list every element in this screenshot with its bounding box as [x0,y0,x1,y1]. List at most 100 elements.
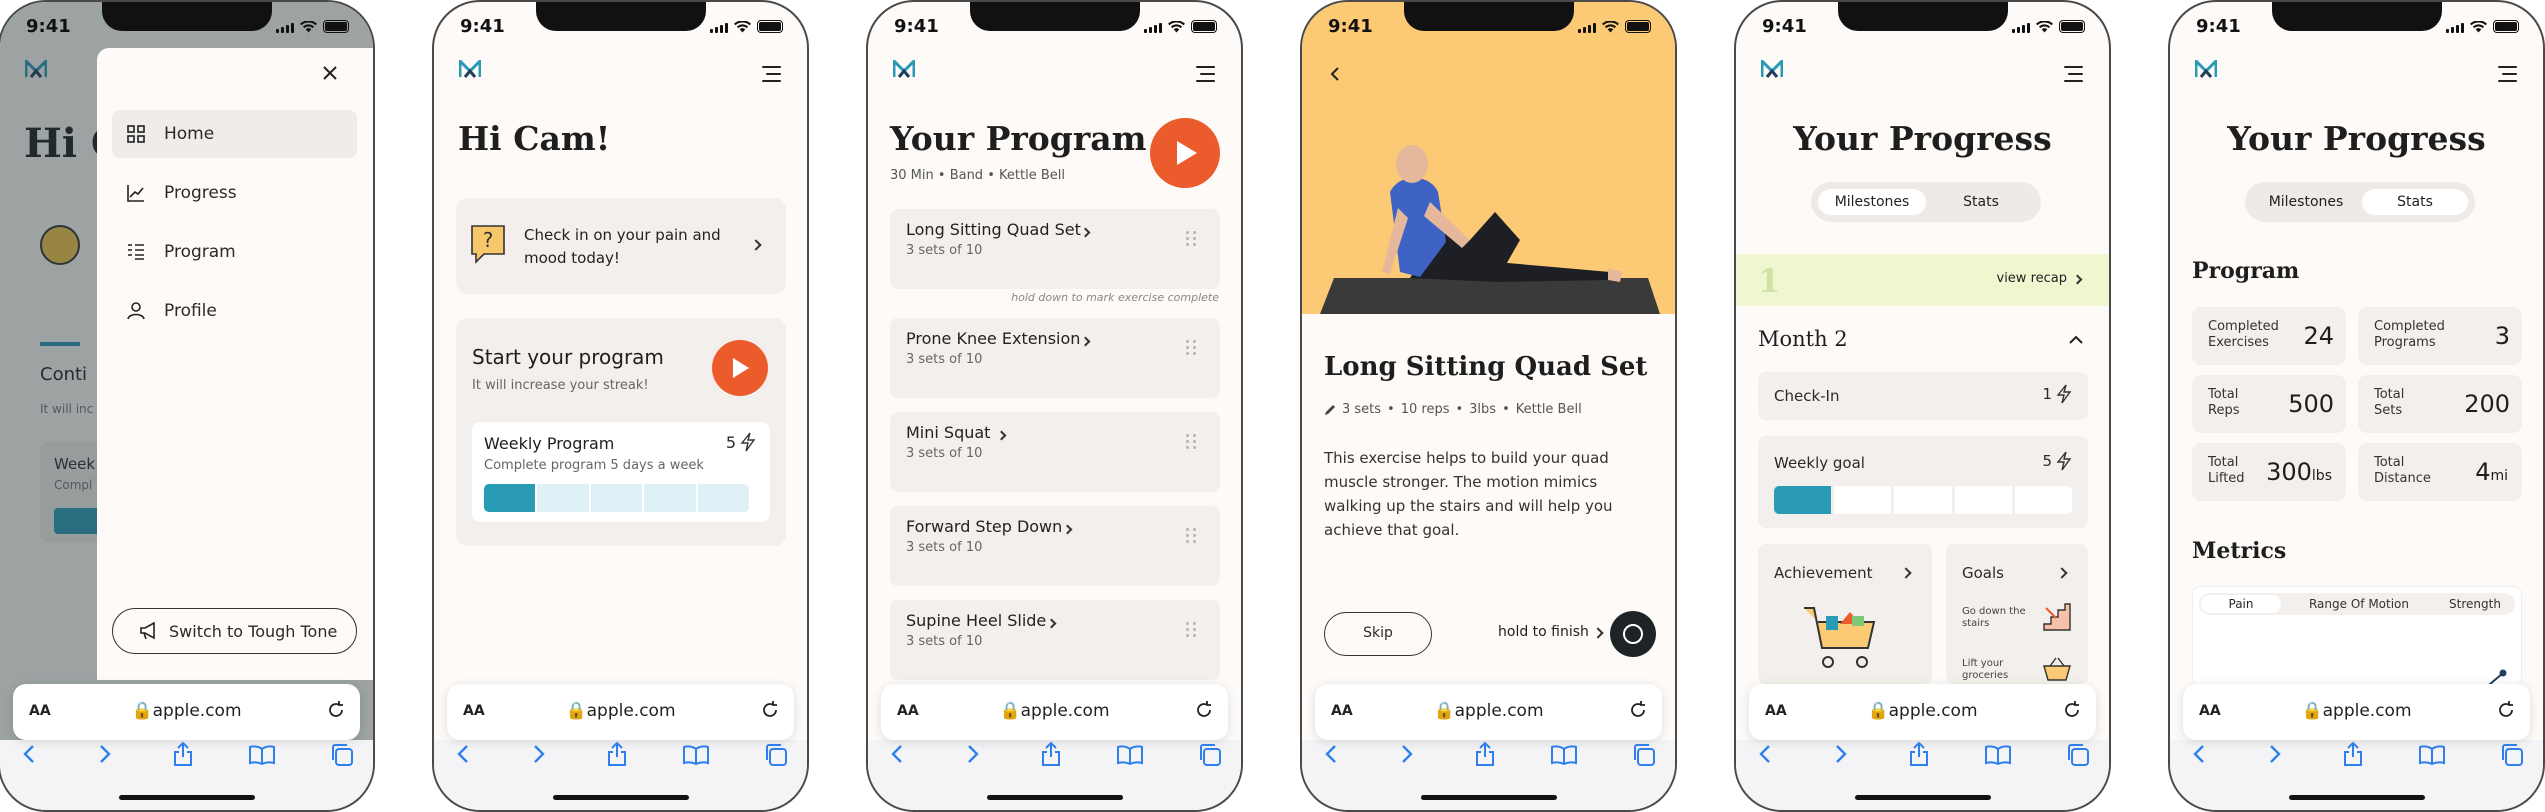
forward-icon[interactable] [1834,744,1848,764]
forward-icon[interactable] [1400,744,1414,764]
menu-icon[interactable] [2064,66,2083,87]
checkin-count: 1 [2042,385,2052,403]
share-icon[interactable] [2342,741,2364,767]
share-icon[interactable] [606,741,628,767]
exercise-item[interactable]: Prone Knee Extension 3 sets of 10 [890,318,1220,398]
menu-icon[interactable] [2498,66,2517,87]
address-bar[interactable]: AA 🔒apple.com [881,684,1228,740]
back-arrow-icon[interactable] [1330,66,1340,82]
bookmarks-icon[interactable] [1550,745,1578,765]
play-button[interactable] [712,340,768,396]
hold-finish-button[interactable] [1610,611,1656,657]
forward-icon[interactable] [966,744,980,764]
address-bar[interactable]: AA 🔒apple.com [447,684,794,740]
bookmarks-icon[interactable] [248,745,276,765]
reload-icon[interactable] [1628,700,1648,720]
chevron-up-icon[interactable] [2069,335,2083,344]
bookmarks-icon[interactable] [1984,745,2012,765]
menu-item-home[interactable]: Home [112,110,357,158]
stat-value: 300 [2266,458,2312,486]
notch [2271,2,2442,31]
bookmarks-icon[interactable] [2418,745,2446,765]
metric-tab-strength[interactable]: Strength [2435,595,2515,613]
bookmarks-icon[interactable] [1116,745,1144,765]
reload-icon[interactable] [2062,700,2082,720]
share-icon[interactable] [1908,741,1930,767]
drag-handle-icon[interactable] [1186,528,1198,544]
forward-icon[interactable] [2268,744,2282,764]
drag-handle-icon[interactable] [1186,434,1198,450]
back-icon[interactable] [1324,744,1338,764]
lock-icon: 🔒 [131,701,153,721]
meta-equipment: Band [949,168,984,183]
forward-icon[interactable] [98,744,112,764]
lock-icon: 🔒 [1433,701,1455,721]
address-bar[interactable]: AA 🔒apple.com [1749,684,2096,740]
tab-milestones[interactable]: Milestones [2252,189,2360,215]
menu-icon[interactable] [762,66,781,87]
goal-item: Lift your groceries [1962,658,2009,681]
recap-banner[interactable]: 1 view recap [1736,254,2109,306]
segmented-tabs: Milestones Stats [1811,182,2041,222]
reload-icon[interactable] [326,700,346,720]
tabs-icon[interactable] [1198,743,1222,767]
exercise-item[interactable]: Supine Heel Slide 3 sets of 10 [890,600,1220,680]
tab-milestones[interactable]: Milestones [1818,189,1926,215]
menu-item-program[interactable]: Program [112,228,357,276]
exercise-item[interactable]: Long Sitting Quad Set 3 sets of 10 [890,209,1220,289]
switch-tone-label: Switch to Tough Tone [169,622,338,641]
tabs-icon[interactable] [2500,743,2524,767]
view-recap-link[interactable]: view recap [1997,271,2068,286]
back-icon[interactable] [890,744,904,764]
weekly-program-card[interactable]: Weekly Program 5 Complete program 5 days… [472,422,770,522]
stairs-icon [2043,603,2071,631]
drag-handle-icon[interactable] [1186,340,1198,356]
menu-icon[interactable] [1196,66,1215,87]
start-program-subtitle: It will increase your streak! [472,378,649,393]
tabs-icon[interactable] [764,743,788,767]
close-icon[interactable] [323,66,337,80]
address-bar[interactable]: AA 🔒apple.com [1315,684,1662,740]
play-button[interactable] [1150,118,1220,188]
address-bar[interactable]: AA 🔒apple.com [13,684,360,740]
back-icon[interactable] [456,744,470,764]
share-icon[interactable] [1474,741,1496,767]
goals-card[interactable]: Goals Go down the stairs Lift your groce… [1946,544,2088,684]
back-icon[interactable] [1758,744,1772,764]
tab-stats[interactable]: Stats [2362,189,2468,215]
drag-handle-icon[interactable] [1186,231,1198,247]
share-icon[interactable] [172,741,194,767]
share-icon[interactable] [1040,741,1062,767]
metric-tab-range[interactable]: Range Of Motion [2299,595,2419,613]
reload-icon[interactable] [1194,700,1214,720]
tab-stats[interactable]: Stats [1928,189,2034,215]
metric-tab-pain[interactable]: Pain [2201,595,2281,613]
address-bar[interactable]: AA 🔒apple.com [2183,684,2530,740]
back-icon[interactable] [2192,744,2206,764]
menu-item-profile[interactable]: Profile [112,287,357,335]
checkin-card[interactable]: ? Check in on your pain and mood today! [456,198,786,294]
tabs-icon[interactable] [330,743,354,767]
achievement-card[interactable]: Achievement [1758,544,1932,684]
bookmarks-icon[interactable] [682,745,710,765]
exercise-item[interactable]: Mini Squat 3 sets of 10 [890,412,1220,492]
tabs-icon[interactable] [2066,743,2090,767]
forward-icon[interactable] [532,744,546,764]
progress-segment [537,484,589,512]
skip-button[interactable]: Skip [1324,612,1432,656]
battery-icon [1625,20,1651,33]
stat-value: 4 [2475,458,2491,486]
switch-tone-button[interactable]: Switch to Tough Tone [112,608,357,654]
menu-item-progress[interactable]: Progress [112,169,357,217]
exercise-item[interactable]: Forward Step Down 3 sets of 10 [890,506,1220,586]
drag-handle-icon[interactable] [1186,622,1198,638]
metric-tabs: Pain Range Of Motion Strength [2199,593,2515,615]
reload-icon[interactable] [760,700,780,720]
stat-value: 3 [2494,322,2510,350]
chevron-right-icon [2072,274,2083,285]
reload-icon[interactable] [2496,700,2516,720]
back-icon[interactable] [22,744,36,764]
chevron-right-icon [1046,618,1057,629]
tabs-icon[interactable] [1632,743,1656,767]
chevron-right-icon [996,430,1007,441]
